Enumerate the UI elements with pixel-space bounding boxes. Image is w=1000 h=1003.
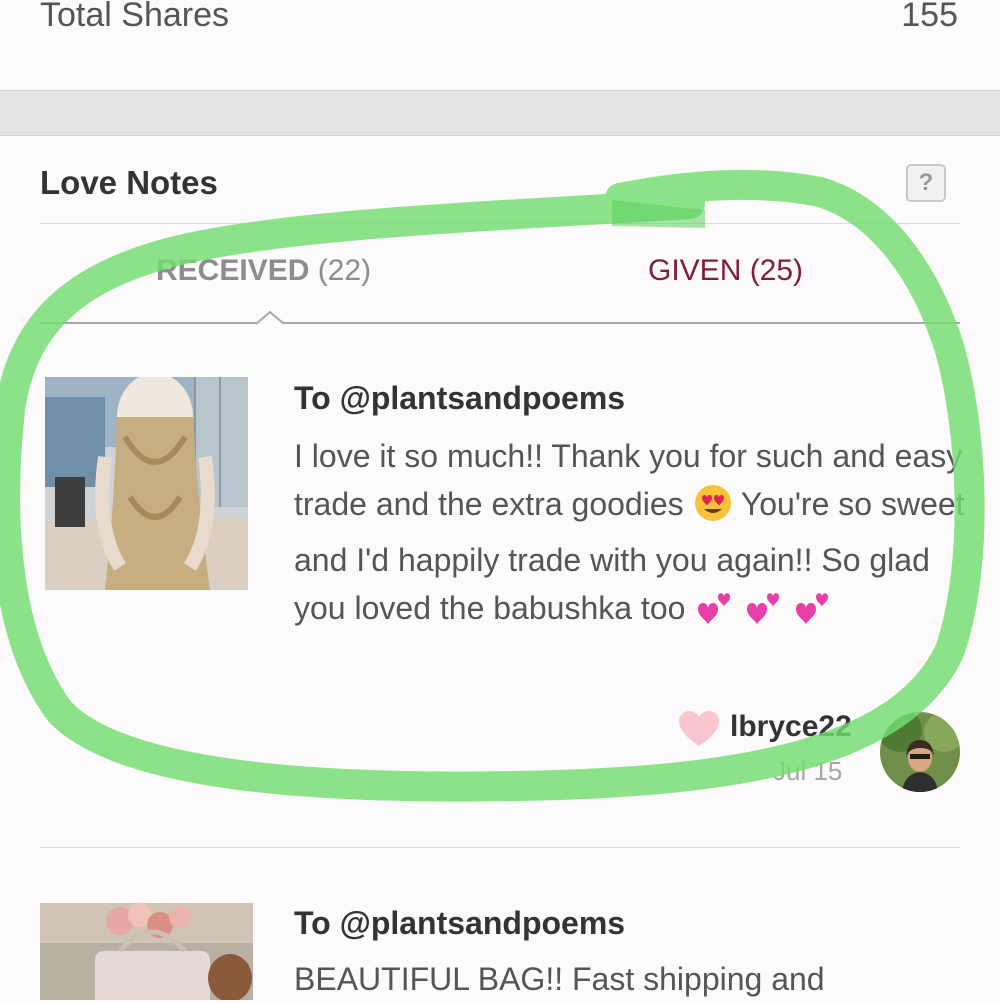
listing-thumbnail[interactable] [45,377,248,590]
total-shares-value: 155 [901,0,958,34]
tab-given-label: GIVEN (25) [648,254,804,287]
tab-received[interactable]: RECEIVED (22) [156,254,371,288]
note-recipient[interactable]: To @plantsandpoems [294,380,625,417]
tab-received-count: (22) [317,254,372,287]
tab-received-label: RECEIVED [156,254,310,287]
total-shares-label: Total Shares [40,0,229,34]
heart-eyes-emoji [693,483,733,536]
header-divider [40,223,960,224]
help-button[interactable]: ? [906,164,946,202]
tab-underline [40,322,960,324]
love-notes-title: Love Notes [40,164,218,201]
listing-thumbnail[interactable] [40,903,253,1000]
note-date: Jul 15 [773,756,843,786]
question-icon: ? [918,169,934,196]
note-divider [40,847,960,848]
section-divider [0,90,1000,136]
two-hearts-emoji [743,587,783,640]
stats-row: Total Shares 155 [0,0,1000,90]
note-author[interactable]: lbryce22 [730,710,852,744]
two-hearts-emoji [694,587,734,640]
note-message: BEAUTIFUL BAG!! Fast shipping and [294,961,825,997]
tab-given[interactable]: GIVEN (25) [648,254,803,288]
heart-icon[interactable] [678,710,720,753]
two-hearts-emoji [792,587,832,640]
note-recipient[interactable]: To @plantsandpoems [294,905,625,942]
note-message: I love it so much!! Thank you for such a… [294,432,974,640]
avatar[interactable] [880,712,960,792]
